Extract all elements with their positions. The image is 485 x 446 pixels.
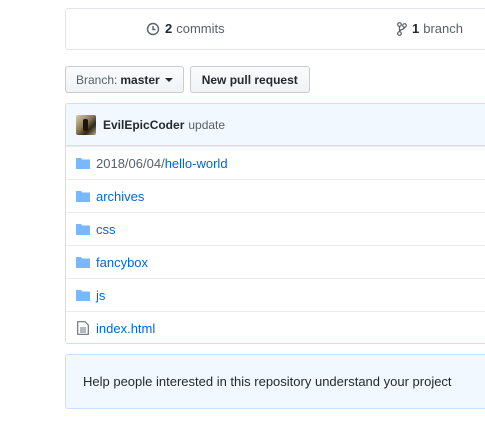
history-icon [146, 22, 160, 35]
file-row-index-html: index.html [66, 311, 485, 343]
file-row-js: js [66, 278, 485, 311]
file-link[interactable]: css [96, 222, 116, 237]
folder-icon [76, 288, 90, 302]
git-branch-icon [397, 21, 407, 36]
folder-icon [76, 189, 90, 203]
branch-name: master [120, 72, 160, 87]
repo-summary-bar: 2 commits 1 branch [65, 8, 485, 50]
readme-hint-text: Help people interested in this repositor… [83, 374, 452, 389]
branch-count: 1 [412, 21, 420, 36]
file-link[interactable]: fancybox [96, 255, 148, 270]
chevron-down-icon [164, 77, 173, 82]
file-path-prefix: 2018/06/04/ [96, 155, 165, 171]
branches-link[interactable]: 1 branch [397, 21, 463, 36]
commits-count: 2 [165, 21, 173, 36]
branch-label: branch [423, 21, 463, 36]
commits-link[interactable]: 2 commits [146, 21, 225, 36]
folder-icon [76, 222, 90, 236]
file-link[interactable]: archives [96, 189, 144, 204]
commits-label: commits [176, 21, 225, 36]
commit-author[interactable]: EvilEpicCoder [103, 118, 184, 132]
branch-prefix: Branch: [76, 72, 118, 87]
readme-hint: Help people interested in this repositor… [65, 354, 485, 409]
file-link[interactable]: js [96, 288, 105, 303]
new-pull-request-button[interactable]: New pull request [189, 66, 310, 93]
avatar[interactable] [76, 114, 96, 135]
branch-select-button[interactable]: Branch: master [65, 66, 184, 93]
commit-message[interactable]: update [188, 118, 225, 132]
file-list: EvilEpicCoder update 2018/06/04/hello-wo… [65, 103, 485, 344]
file-row-css: css [66, 212, 485, 245]
file-toolbar: Branch: master New pull request [65, 66, 310, 93]
file-link[interactable]: hello-world [165, 156, 228, 171]
folder-icon [76, 156, 90, 170]
file-icon [76, 321, 90, 335]
file-row-hello-world: 2018/06/04/hello-world [66, 146, 485, 179]
new-pull-request-label: New pull request [201, 72, 298, 87]
folder-icon [76, 255, 90, 269]
file-link[interactable]: index.html [96, 321, 155, 336]
file-row-fancybox: fancybox [66, 245, 485, 278]
file-row-archives: archives [66, 179, 485, 212]
latest-commit-bar: EvilEpicCoder update [66, 104, 485, 146]
